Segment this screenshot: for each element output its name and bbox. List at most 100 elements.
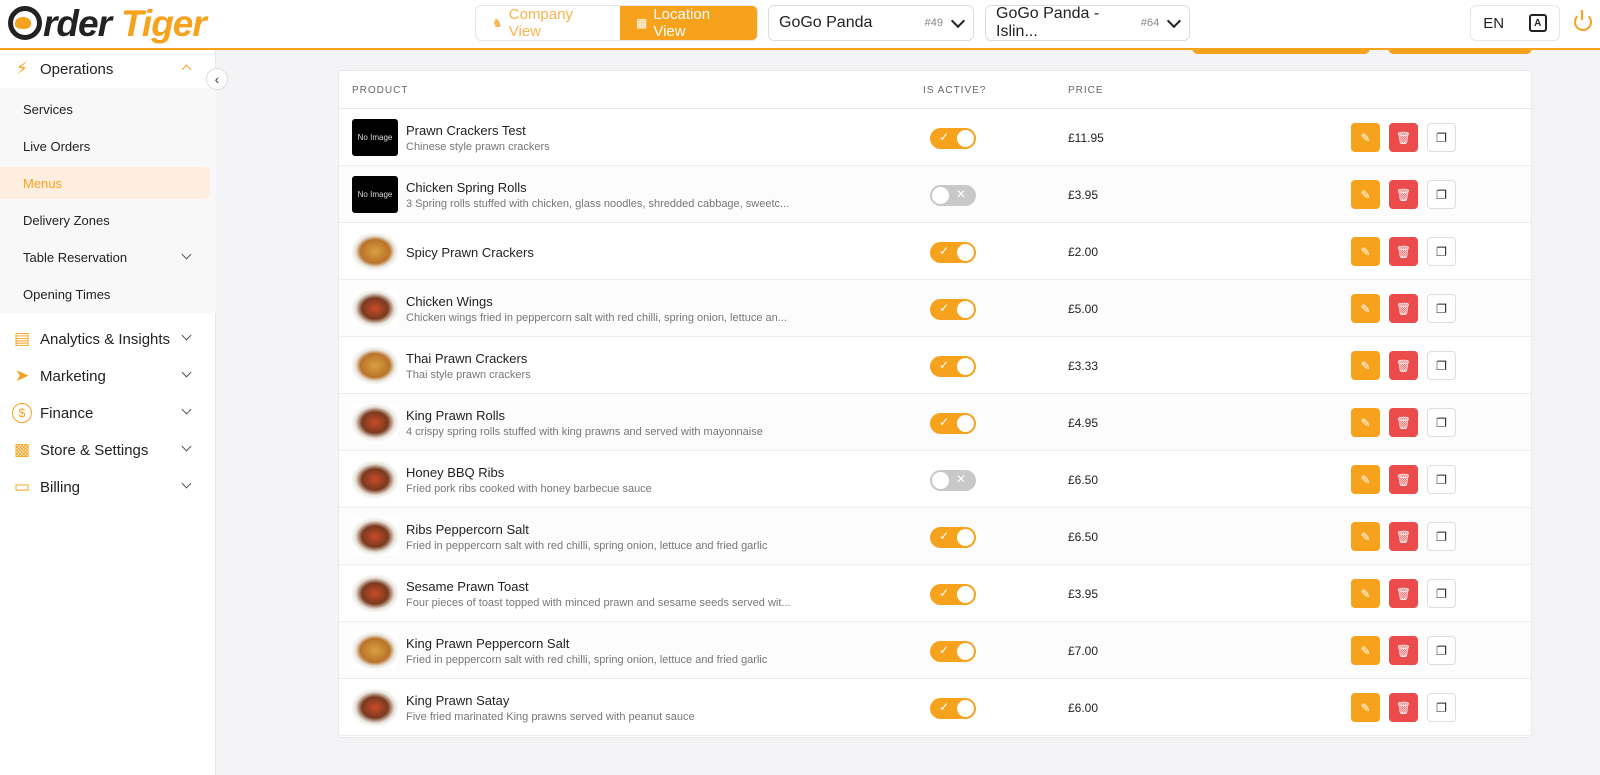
copy-icon: ❐ <box>1436 415 1447 430</box>
sidebar-item-menus[interactable]: Menus <box>0 167 210 199</box>
product-price: £3.95 <box>1068 188 1099 202</box>
delete-button[interactable]: 🗑 <box>1389 294 1418 323</box>
active-toggle[interactable]: ✓ <box>930 128 976 149</box>
table-row: Sesame Prawn Toast Four pieces of toast t… <box>339 565 1531 622</box>
delete-button[interactable]: 🗑 <box>1389 351 1418 380</box>
product-name: King Prawn Peppercorn Salt <box>406 636 570 651</box>
company-select[interactable]: GoGo Panda #49 <box>768 5 974 41</box>
duplicate-button[interactable]: ❐ <box>1427 294 1456 323</box>
active-toggle[interactable]: ✓ <box>930 242 976 263</box>
active-toggle[interactable]: ✓ <box>930 299 976 320</box>
duplicate-button[interactable]: ❐ <box>1427 693 1456 722</box>
duplicate-button[interactable]: ❐ <box>1427 465 1456 494</box>
nav-marketing[interactable]: ➤ Marketing <box>0 359 216 393</box>
order-tiger-logo[interactable]: rder Tiger <box>8 4 207 44</box>
product-price: £7.00 <box>1068 644 1099 658</box>
duplicate-button[interactable]: ❐ <box>1427 579 1456 608</box>
active-toggle[interactable]: ✓ <box>930 584 976 605</box>
delete-button[interactable]: 🗑 <box>1389 579 1418 608</box>
chevron-down-icon <box>1167 13 1182 28</box>
product-description: Four pieces of toast topped with minced … <box>406 597 791 609</box>
duplicate-button[interactable]: ❐ <box>1427 123 1456 152</box>
pencil-icon: ✎ <box>1360 187 1371 202</box>
nav-operations[interactable]: ⚡ Operations <box>0 52 216 86</box>
active-toggle[interactable]: ✓ <box>930 641 976 662</box>
nav-analytics[interactable]: ▤ Analytics & Insights <box>0 322 216 356</box>
duplicate-button[interactable]: ❐ <box>1427 180 1456 209</box>
active-toggle[interactable]: ✕ <box>930 185 976 206</box>
active-toggle[interactable]: ✓ <box>930 356 976 377</box>
chevron-down-icon <box>181 330 192 341</box>
product-thumbnail <box>352 632 398 669</box>
company-view-button[interactable]: ♞ Company View <box>476 6 620 40</box>
sidebar-item-opening-times[interactable]: Opening Times <box>0 278 210 310</box>
active-toggle[interactable]: ✓ <box>930 527 976 548</box>
chevron-down-icon <box>950 13 966 28</box>
sidebar-item-live-orders[interactable]: Live Orders <box>0 130 210 162</box>
operations-submenu: Services Live Orders Menus Delivery Zone… <box>0 88 216 313</box>
product-name: Chicken Wings <box>406 294 493 309</box>
product-description: Thai style prawn crackers <box>406 369 531 381</box>
edit-button[interactable]: ✎ <box>1351 351 1380 380</box>
edit-button[interactable]: ✎ <box>1351 408 1380 437</box>
location-select[interactable]: GoGo Panda - Islin... #64 <box>985 5 1190 41</box>
product-price: £5.00 <box>1068 302 1099 316</box>
language-selector[interactable]: EN A <box>1470 5 1560 41</box>
duplicate-button[interactable]: ❐ <box>1427 408 1456 437</box>
pencil-icon: ✎ <box>1360 586 1371 601</box>
store-icon: ▩ <box>13 440 31 459</box>
duplicate-button[interactable]: ❐ <box>1427 237 1456 266</box>
rocket-icon: ➤ <box>14 366 30 385</box>
power-icon[interactable] <box>1574 10 1592 31</box>
edit-button[interactable]: ✎ <box>1351 294 1380 323</box>
edit-button[interactable]: ✎ <box>1351 237 1380 266</box>
delete-button[interactable]: 🗑 <box>1389 237 1418 266</box>
edit-button[interactable]: ✎ <box>1351 123 1380 152</box>
sidebar-item-table-reservation[interactable]: Table Reservation <box>0 241 210 273</box>
table-row: Honey BBQ Ribs Fried pork ribs cooked wit… <box>339 451 1531 508</box>
check-icon: ✓ <box>939 529 950 543</box>
delete-button[interactable]: 🗑 <box>1389 636 1418 665</box>
check-icon: ✓ <box>939 130 950 144</box>
active-toggle[interactable]: ✕ <box>930 470 976 491</box>
delete-button[interactable]: 🗑 <box>1389 408 1418 437</box>
trash-icon: 🗑 <box>1395 586 1412 601</box>
duplicate-button[interactable]: ❐ <box>1427 522 1456 551</box>
location-view-button[interactable]: ▦ Location View <box>620 6 757 40</box>
edit-button[interactable]: ✎ <box>1351 693 1380 722</box>
check-icon: ✓ <box>939 301 950 315</box>
copy-icon: ❐ <box>1436 529 1447 544</box>
edit-button[interactable]: ✎ <box>1351 636 1380 665</box>
product-thumbnail <box>352 233 398 270</box>
edit-button[interactable]: ✎ <box>1351 180 1380 209</box>
delete-button[interactable]: 🗑 <box>1389 522 1418 551</box>
delete-button[interactable]: 🗑 <box>1389 180 1418 209</box>
chevron-down-icon <box>181 478 192 489</box>
sidebar-item-delivery-zones[interactable]: Delivery Zones <box>0 204 210 236</box>
nav-finance[interactable]: $ Finance <box>0 396 216 430</box>
copy-icon: ❐ <box>1436 130 1447 145</box>
active-toggle[interactable]: ✓ <box>930 698 976 719</box>
chevron-left-icon: ‹ <box>214 71 220 87</box>
trash-icon: 🗑 <box>1395 529 1412 544</box>
duplicate-button[interactable]: ❐ <box>1427 351 1456 380</box>
pencil-icon: ✎ <box>1360 244 1371 259</box>
collapse-sidebar-button[interactable]: ‹ <box>206 68 228 90</box>
table-row: Thai Prawn Crackers Thai style prawn crac… <box>339 337 1531 394</box>
delete-button[interactable]: 🗑 <box>1389 693 1418 722</box>
delete-button[interactable]: 🗑 <box>1389 465 1418 494</box>
sidebar-item-services[interactable]: Services <box>0 93 210 125</box>
duplicate-button[interactable]: ❐ <box>1427 636 1456 665</box>
products-table: PRODUCT IS ACTIVE? PRICE No Image Prawn C… <box>338 70 1532 738</box>
trash-icon: 🗑 <box>1395 187 1412 202</box>
nav-store-settings[interactable]: ▩ Store & Settings <box>0 433 216 467</box>
building-icon: ▦ <box>636 16 648 30</box>
active-toggle[interactable]: ✓ <box>930 413 976 434</box>
edit-button[interactable]: ✎ <box>1351 522 1380 551</box>
trash-icon: 🗑 <box>1395 130 1412 145</box>
nav-billing[interactable]: ▭ Billing <box>0 470 216 504</box>
delete-button[interactable]: 🗑 <box>1389 123 1418 152</box>
edit-button[interactable]: ✎ <box>1351 579 1380 608</box>
edit-button[interactable]: ✎ <box>1351 465 1380 494</box>
toggle-knob <box>932 187 949 204</box>
